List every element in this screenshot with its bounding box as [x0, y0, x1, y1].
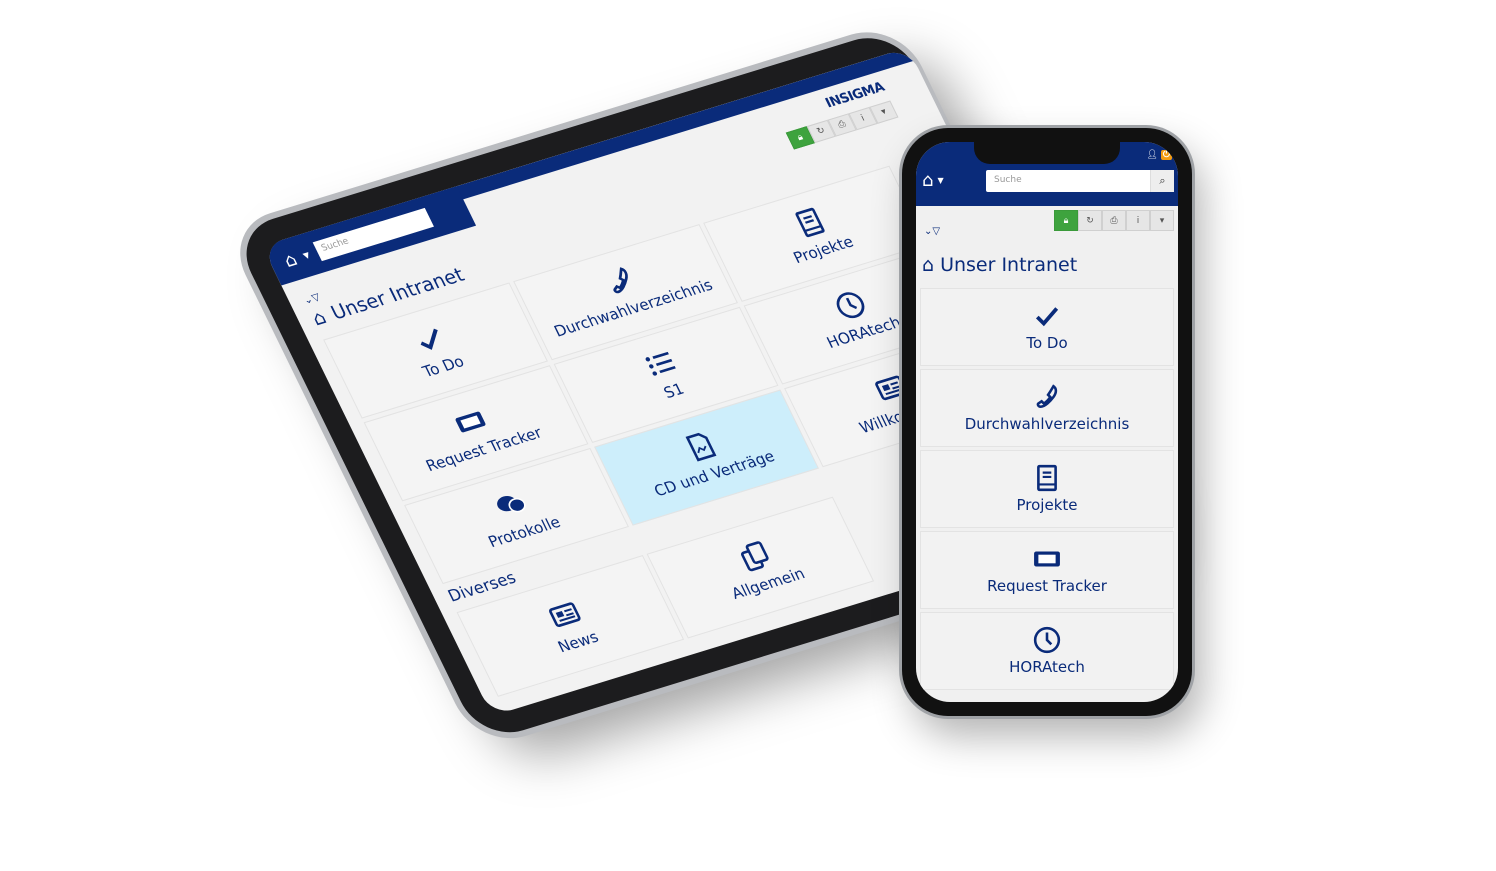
search-icon[interactable]: ⌕ — [1150, 170, 1174, 192]
tile-label: Projekte — [790, 232, 857, 268]
check-icon — [1035, 307, 1059, 327]
filter-icon[interactable]: ⌄▽ — [302, 292, 322, 307]
tile-to-do[interactable]: To Do — [920, 288, 1174, 366]
chevron-down-icon[interactable]: ▼ — [301, 250, 311, 260]
tile-label: S1 — [660, 379, 688, 403]
phone-icon — [613, 267, 628, 294]
tile-label: Allgemein — [728, 564, 808, 603]
clock-icon — [836, 292, 865, 319]
user-icon[interactable]: 👤︎ ⏻ — [1147, 150, 1172, 160]
tile-durchwahlverzeichnis[interactable]: Durchwahlverzeichnis — [920, 369, 1174, 447]
filter-icon[interactable]: ⌄▽ — [924, 226, 940, 237]
lock-icon[interactable]: 🔒︎ — [1054, 210, 1078, 231]
home-icon[interactable]: ⌂ — [280, 248, 301, 271]
info-icon[interactable]: i — [1126, 210, 1150, 231]
home-icon[interactable]: ⌂ — [922, 170, 933, 191]
tile-label: News — [554, 627, 602, 657]
page-title: ⌂ Unser Intranet — [922, 254, 1077, 276]
search-box: Suche ⌕ — [986, 170, 1174, 192]
tile-request-tracker[interactable]: Request Tracker — [920, 531, 1174, 609]
phone-device: 👤︎ ⏻ ⌂ ▼ Suche ⌕ 🔒︎ ↻ ⎙ i ▾ ⌄▽ ⌂ Unser Int… — [902, 128, 1192, 716]
tile-projekte[interactable]: Projekte — [920, 450, 1174, 528]
page-title-text: Unser Intranet — [940, 254, 1078, 276]
check-icon — [420, 328, 438, 350]
book-icon — [795, 207, 825, 238]
print-icon[interactable]: ⎙ — [1102, 210, 1126, 231]
tile-horatech[interactable]: HORAtech — [920, 612, 1174, 690]
contract-icon — [685, 432, 717, 462]
tile-label: HORAtech — [1009, 658, 1085, 676]
copy-icon — [741, 541, 769, 572]
phone-icon — [1036, 384, 1058, 408]
book-icon — [1037, 464, 1057, 492]
phone-screen: 👤︎ ⏻ ⌂ ▼ Suche ⌕ 🔒︎ ↻ ⎙ i ▾ ⌄▽ ⌂ Unser Int… — [916, 142, 1178, 702]
list-icon — [645, 351, 676, 376]
tile-label: Protokolle — [485, 512, 564, 552]
comments-icon — [497, 495, 526, 513]
tile-label: To Do — [1026, 334, 1068, 352]
toolbar: 🔒︎ ↻ ⎙ i ▾ — [785, 100, 899, 150]
ticket-icon — [455, 411, 486, 433]
tile-label: Request Tracker — [987, 577, 1107, 595]
refresh-icon[interactable]: ↻ — [1078, 210, 1102, 231]
ticket-icon — [1034, 551, 1060, 567]
tile-label: To Do — [419, 352, 468, 382]
tile-label: Projekte — [1016, 496, 1078, 514]
chevron-down-icon[interactable]: ▾ — [1150, 210, 1174, 231]
newspaper-icon — [549, 602, 581, 627]
tile-label: Durchwahlverzeichnis — [964, 415, 1130, 433]
toolbar: 🔒︎ ↻ ⎙ i ▾ — [1054, 210, 1174, 231]
home-menu[interactable]: ⌂ ▼ — [922, 170, 944, 191]
tile-label: HORAtech — [823, 312, 904, 352]
phone-notch — [974, 142, 1120, 164]
home-outline-icon: ⌂ — [922, 254, 935, 276]
clock-icon — [1033, 626, 1061, 654]
home-outline-icon: ⌂ — [308, 306, 330, 331]
search-input[interactable]: Suche — [986, 170, 1150, 192]
chevron-down-icon[interactable]: ▼ — [937, 176, 943, 185]
tile-list: To Do Durchwahlverzeichnis Projekte Request… — [920, 288, 1174, 690]
